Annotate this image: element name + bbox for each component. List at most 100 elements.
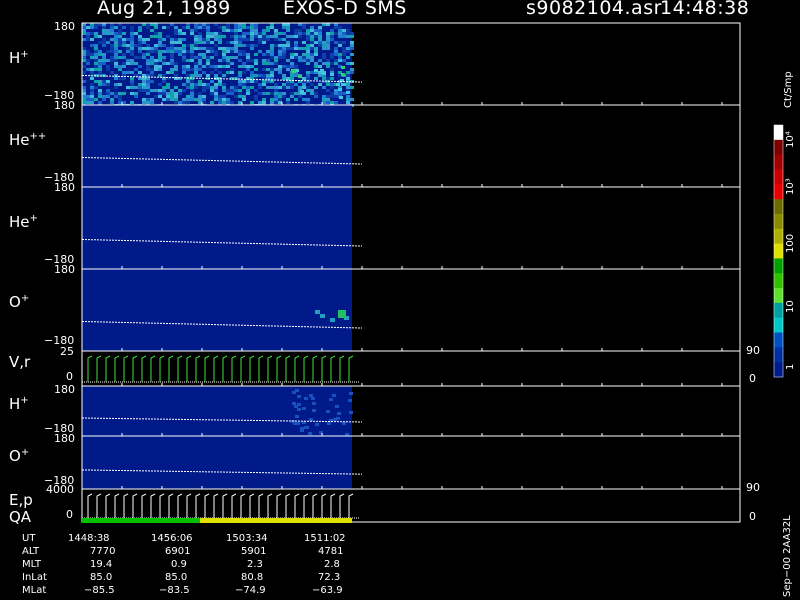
h-plus-count-cell	[214, 32, 218, 35]
h-plus-count-cell	[174, 50, 178, 53]
h-plus-count-cell	[114, 47, 118, 50]
h-plus-count-cell	[274, 101, 278, 104]
h-plus-count-cell	[146, 86, 150, 89]
panel-5-sweep	[141, 355, 147, 382]
panel-5-sweep	[231, 355, 237, 382]
h-plus-count-cell	[154, 26, 158, 29]
h-plus-count-cell	[202, 101, 206, 104]
h-plus-count-cell	[222, 59, 226, 62]
h-plus-count-cell	[150, 35, 154, 38]
h-plus-count-cell	[198, 68, 202, 71]
h-plus-count-cell	[174, 38, 178, 41]
h-plus-count-cell	[306, 74, 310, 77]
qa-bar-yellow	[200, 518, 352, 523]
h-plus-count-cell	[266, 35, 270, 38]
h-plus-count-cell	[246, 53, 250, 56]
h-plus-count-cell	[194, 29, 198, 32]
h-plus-count-cell	[174, 74, 178, 77]
h-plus-count-cell	[98, 80, 102, 83]
h-plus-count-cell	[158, 56, 162, 59]
label-ep: E,p	[9, 491, 33, 509]
h-plus-count-cell	[346, 32, 350, 35]
h-plus-count-cell	[286, 26, 290, 29]
h-plus-high-count-cell	[346, 91, 350, 94]
h-plus-count-cell	[182, 47, 186, 50]
h-plus-count-cell	[318, 44, 322, 47]
h-plus-count-cell	[230, 47, 234, 50]
h-plus-count-cell	[334, 50, 338, 53]
h-plus-count-cell	[322, 56, 326, 59]
h-plus-count-cell	[90, 83, 94, 86]
h-plus-count-cell	[194, 68, 198, 71]
h-plus-count-cell	[90, 56, 94, 59]
h-plus-count-cell	[322, 41, 326, 44]
h-plus-count-cell	[150, 80, 154, 83]
h-plus-count-cell	[150, 62, 154, 65]
h-plus-count-cell	[250, 101, 254, 104]
h-plus-count-cell	[298, 47, 302, 50]
h-plus-count-cell	[86, 38, 90, 41]
h-plus-count-cell	[138, 65, 142, 68]
h-plus-count-cell	[198, 65, 202, 68]
h-plus-count-cell	[230, 68, 234, 71]
h-plus-count-cell	[350, 35, 354, 38]
h-plus-count-cell	[346, 101, 350, 104]
panel-5-sweep	[123, 355, 129, 382]
h-plus-count-cell	[234, 86, 238, 89]
h-plus-count-cell	[298, 95, 302, 98]
h-plus-count-cell	[206, 35, 210, 38]
h-plus-count-cell	[342, 59, 346, 62]
h-plus-count-cell	[174, 26, 178, 29]
panel-5-sweep	[276, 355, 282, 382]
colorbar-tick-1: 1	[785, 363, 796, 370]
h-plus-count-cell	[282, 44, 286, 47]
h-plus-count-cell	[346, 62, 350, 65]
h-plus-count-cell	[242, 44, 246, 47]
h-plus-count-cell	[138, 47, 142, 50]
h-plus-count-cell	[118, 38, 122, 41]
h-plus-count-cell	[334, 95, 338, 98]
colorbar-swatch	[774, 288, 783, 304]
h-plus-count-cell	[302, 98, 306, 101]
h-plus-count-cell	[346, 95, 350, 98]
h-plus-count-cell	[214, 95, 218, 98]
h-plus-count-cell	[346, 86, 350, 89]
eph-label-mlt: MLT	[22, 559, 41, 570]
h-plus-count-cell	[330, 101, 334, 104]
h-plus-count-cell	[110, 50, 114, 53]
h-plus-count-cell	[114, 59, 118, 62]
h-plus-count-cell	[214, 44, 218, 47]
h-plus-count-cell	[270, 53, 274, 56]
h-plus-count-cell	[222, 53, 226, 56]
h-plus-count-cell	[298, 86, 302, 89]
h-plus-count-cell	[102, 41, 106, 44]
h-plus-count-cell	[94, 44, 98, 47]
h-plus-2-count-cell	[309, 394, 313, 397]
h-plus-count-cell	[226, 41, 230, 44]
h-plus-count-cell	[198, 74, 202, 77]
h-plus-2-count-cell	[342, 422, 346, 425]
h-plus-count-cell	[318, 38, 322, 41]
h-plus-count-cell	[90, 86, 94, 89]
h-plus-count-cell	[182, 68, 186, 71]
h-plus-count-cell	[154, 50, 158, 53]
h-plus-count-cell	[274, 68, 278, 71]
h-plus-count-cell	[274, 56, 278, 59]
h-plus-count-cell	[90, 26, 94, 29]
ytick-p3-top: 180	[54, 181, 75, 194]
h-plus-high-count-cell	[320, 69, 324, 72]
h-plus-2-count-cell	[348, 399, 352, 402]
h-plus-count-cell	[202, 83, 206, 86]
h-plus-count-cell	[290, 95, 294, 98]
h-plus-count-cell	[282, 77, 286, 80]
h-plus-count-cell	[102, 95, 106, 98]
h-plus-count-cell	[166, 50, 170, 53]
h-plus-2-count-cell	[333, 418, 337, 421]
h-plus-count-cell	[262, 68, 266, 71]
h-plus-count-cell	[214, 86, 218, 89]
h-plus-count-cell	[234, 89, 238, 92]
h-plus-count-cell	[234, 44, 238, 47]
h-plus-count-cell	[202, 95, 206, 98]
h-plus-count-cell	[114, 38, 118, 41]
h-plus-count-cell	[198, 56, 202, 59]
